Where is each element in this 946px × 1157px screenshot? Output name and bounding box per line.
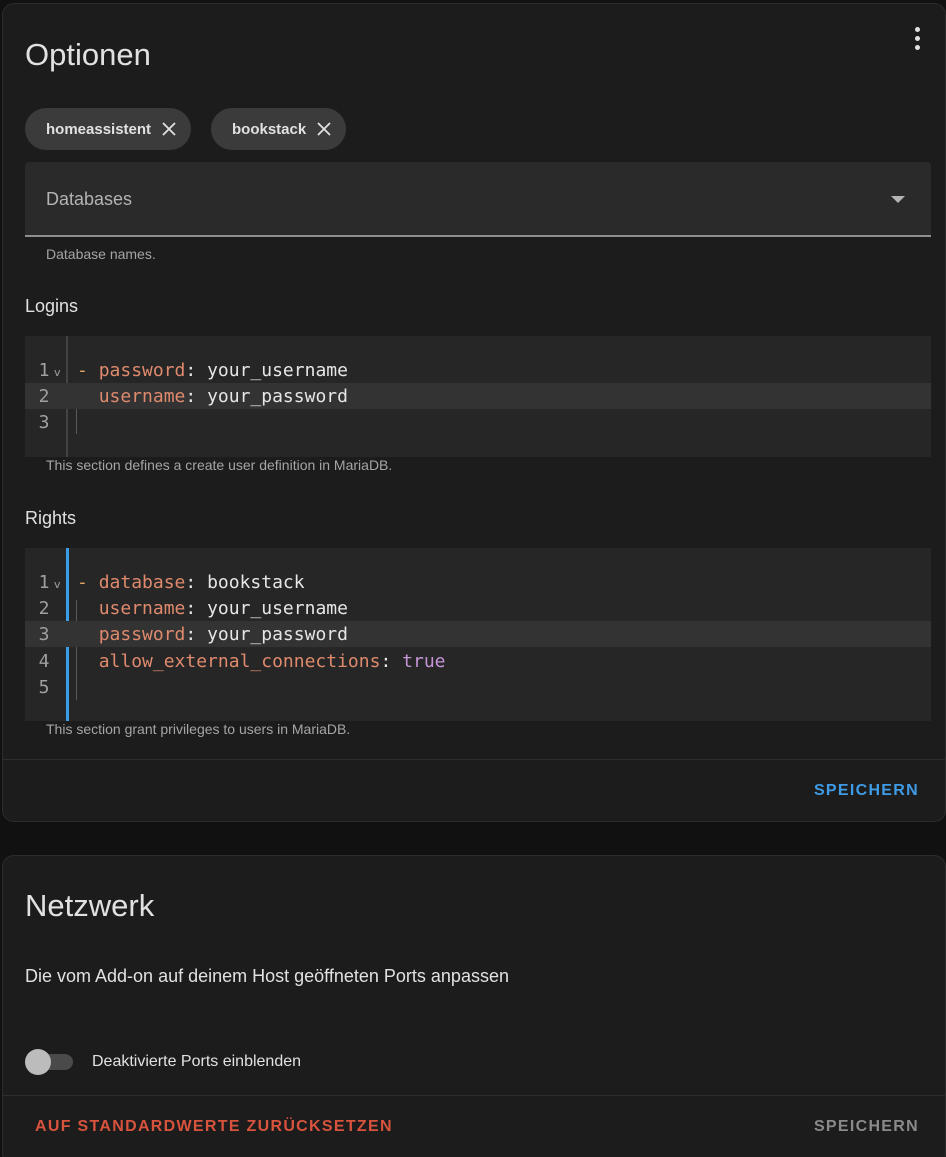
yaml-colon: : [185,623,208,645]
yaml-value: your_password [207,385,348,407]
card-actions-divider [3,759,945,760]
yaml-indent [77,598,99,619]
databases-label: Databases [46,189,133,209]
yaml-dash: - [77,359,99,381]
rights-label: Rights [25,508,77,528]
more-vertical-icon[interactable] [907,24,927,52]
line-number: 1 [38,359,50,381]
code-line[interactable]: 1 v - database: bookstack [25,569,931,595]
yaml-key: password [98,359,186,381]
chip-bookstack: bookstack [211,108,347,150]
network-title: Netzwerk [25,888,155,923]
dropdown-arrow-icon[interactable] [891,196,905,203]
code-line-active[interactable]: 2 username: your_password [25,383,931,409]
yaml-colon: : [185,597,208,619]
line-number: 2 [38,597,50,619]
databases-select[interactable]: Databases [25,162,931,237]
yaml-colon: : [380,650,403,672]
code-line[interactable]: 2 username: your_username [25,595,931,621]
chip-label: bookstack [232,120,307,138]
show-disabled-ports-label: Deaktivierte Ports einblenden [92,1053,302,1070]
code-line[interactable]: 1 v - password: your_username [25,357,931,383]
code-line[interactable]: 4 allow_external_connections: true [25,648,931,674]
options-title: Optionen [25,37,151,72]
yaml-key: username [98,385,186,407]
show-disabled-ports-toggle[interactable] [25,1048,75,1076]
rights-editor[interactable]: 1 v - database: bookstack 2 username: yo… [25,548,931,721]
yaml-indent [77,651,99,672]
yaml-value: your_password [207,623,348,645]
network-card: Netzwerk Die vom Add-on auf deinem Host … [2,855,946,1157]
yaml-dash: - [77,571,99,593]
chip-homeassistent: homeassistent [25,108,192,150]
fold-icon[interactable]: v [54,578,61,591]
fold-icon[interactable]: v [54,366,61,379]
logins-helper: This section defines a create user defin… [46,457,393,473]
yaml-indent [77,386,99,407]
yaml-value: your_username [207,597,348,619]
line-number: 1 [38,571,50,593]
yaml-colon: : [185,571,208,593]
reset-defaults-button[interactable]: AUF STANDARDWERTE ZURÜCKSETZEN [35,1118,393,1136]
yaml-colon: : [185,359,208,381]
network-save-button[interactable]: SPEICHERN [814,1118,919,1136]
yaml-bool-value: true [402,650,446,672]
yaml-key: database [98,571,186,593]
line-number: 5 [38,676,50,698]
logins-editor[interactable]: 1 v - password: your_username 2 username… [25,336,931,457]
card-actions-divider [3,1095,945,1096]
yaml-colon: : [185,385,208,407]
line-number: 4 [38,650,50,672]
save-button[interactable]: SPEICHERN [814,782,919,800]
chip-label: homeassistent [46,120,152,138]
yaml-key: password [98,623,186,645]
yaml-value: your_username [207,359,348,381]
yaml-key: username [98,597,186,619]
rights-helper: This section grant privileges to users i… [46,721,351,737]
code-line-active[interactable]: 3 password: your_password [25,621,931,647]
network-description: Die vom Add-on auf deinem Host geöffnete… [25,966,509,986]
close-icon[interactable] [161,121,177,137]
code-line[interactable]: 5 [25,674,931,700]
code-line[interactable]: 3 [25,409,931,435]
options-card: Optionen homeassistent bookstack Databas… [2,3,946,822]
line-number: 3 [38,623,50,645]
yaml-indent [77,624,99,645]
yaml-key: allow_external_connections [98,650,381,672]
close-icon[interactable] [316,121,332,137]
line-number: 2 [38,385,50,407]
toggle-thumb [25,1049,51,1075]
logins-label: Logins [25,296,79,316]
yaml-value: bookstack [207,571,305,593]
databases-helper: Database names. [46,246,156,262]
line-number: 3 [38,411,50,433]
